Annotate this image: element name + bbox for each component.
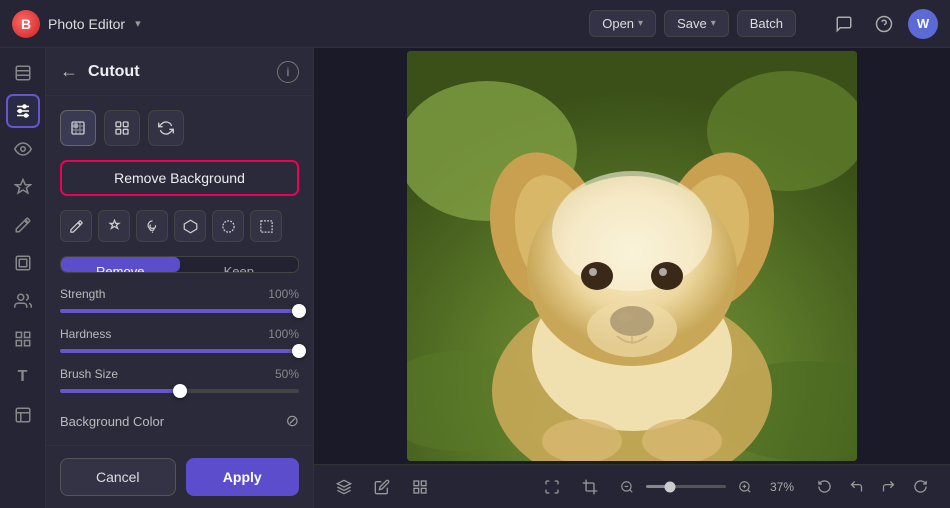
- slider-group: Strength 100% Hardness 1: [60, 287, 299, 397]
- redo-btn[interactable]: [874, 473, 902, 501]
- panel-title: Cutout: [88, 63, 267, 81]
- magic-eraser-tool[interactable]: [98, 210, 130, 242]
- apply-button[interactable]: Apply: [186, 458, 300, 496]
- app-logo: B: [12, 10, 40, 38]
- hardness-slider-track[interactable]: [60, 349, 299, 353]
- circle-select-tool[interactable]: [212, 210, 244, 242]
- lasso-tool[interactable]: [136, 210, 168, 242]
- cutout-tab-3[interactable]: [148, 110, 184, 146]
- help-button[interactable]: [868, 8, 900, 40]
- cutout-tab-1[interactable]: [60, 110, 96, 146]
- sidebar-item-layers[interactable]: [6, 56, 40, 90]
- fit-to-screen-btn[interactable]: [538, 473, 566, 501]
- app-title: Photo Editor: [48, 16, 125, 32]
- strength-label: Strength: [60, 287, 105, 301]
- cutout-tab-2[interactable]: [104, 110, 140, 146]
- sidebar-item-templates[interactable]: [6, 398, 40, 432]
- remove-keep-toggle: Remove Keep: [60, 256, 299, 273]
- redo-forward-btn[interactable]: [906, 473, 934, 501]
- sidebar-item-eye[interactable]: [6, 132, 40, 166]
- history-buttons: [810, 473, 934, 501]
- panel-footer: Cancel Apply: [46, 445, 313, 508]
- sidebar-item-effects[interactable]: [6, 170, 40, 204]
- brush-size-slider-row: Brush Size 50%: [60, 367, 299, 397]
- canvas-main[interactable]: [314, 48, 950, 464]
- panel-info-button[interactable]: i: [277, 61, 299, 83]
- user-avatar[interactable]: W: [908, 9, 938, 39]
- save-button[interactable]: Save ▾: [664, 10, 729, 37]
- layers-bottom-btn[interactable]: [330, 473, 358, 501]
- left-icon-sidebar: T: [0, 48, 46, 508]
- crop-btn[interactable]: [576, 473, 604, 501]
- brush-tool[interactable]: [60, 210, 92, 242]
- sidebar-item-assets[interactable]: [6, 322, 40, 356]
- panel-body: Remove Background: [46, 96, 313, 445]
- bg-color-icon[interactable]: ⊘: [286, 411, 299, 431]
- zoom-slider[interactable]: [646, 485, 726, 488]
- zoom-in-btn[interactable]: [732, 474, 758, 500]
- remove-toggle-btn[interactable]: Remove: [61, 257, 180, 272]
- brush-size-value: 50%: [275, 367, 299, 381]
- remove-background-button[interactable]: Remove Background: [60, 160, 299, 196]
- strength-slider-track[interactable]: [60, 309, 299, 313]
- title-chevron[interactable]: ▾: [135, 17, 141, 30]
- strength-value: 100%: [268, 287, 299, 301]
- canvas-area: 37%: [314, 48, 950, 508]
- edit-bottom-btn[interactable]: [368, 473, 396, 501]
- panel-back-button[interactable]: ←: [60, 61, 78, 82]
- cutout-tab-icons: [60, 110, 299, 146]
- puppy-image: [407, 51, 857, 461]
- cutout-panel: ← Cutout i: [46, 48, 314, 508]
- panel-header: ← Cutout i: [46, 48, 313, 96]
- topbar: B Photo Editor ▾ Open ▾ Save ▾ Batch W: [0, 0, 950, 48]
- hardness-slider-row: Hardness 100%: [60, 327, 299, 357]
- sidebar-item-text[interactable]: T: [6, 360, 40, 394]
- sidebar-item-people[interactable]: [6, 284, 40, 318]
- bottom-toolbar: 37%: [314, 464, 950, 508]
- sidebar-item-paint[interactable]: [6, 208, 40, 242]
- hardness-value: 100%: [268, 327, 299, 341]
- undo-history-btn[interactable]: [810, 473, 838, 501]
- hardness-label: Hardness: [60, 327, 111, 341]
- zoom-value: 37%: [764, 480, 800, 494]
- background-color-row: Background Color ⊘: [60, 411, 299, 431]
- brush-size-label: Brush Size: [60, 367, 118, 381]
- tool-buttons: [60, 210, 299, 242]
- zoom-controls: 37%: [614, 474, 800, 500]
- bg-color-label: Background Color: [60, 414, 164, 429]
- rect-select-tool[interactable]: [250, 210, 282, 242]
- keep-toggle-btn[interactable]: Keep: [180, 257, 299, 272]
- zoom-out-btn[interactable]: [614, 474, 640, 500]
- brush-size-slider-track[interactable]: [60, 389, 299, 393]
- batch-button[interactable]: Batch: [737, 10, 796, 37]
- cancel-button[interactable]: Cancel: [60, 458, 176, 496]
- sidebar-item-adjustments[interactable]: [6, 94, 40, 128]
- polygon-tool[interactable]: [174, 210, 206, 242]
- comment-button[interactable]: [828, 8, 860, 40]
- grid-bottom-btn[interactable]: [406, 473, 434, 501]
- sidebar-item-frames[interactable]: [6, 246, 40, 280]
- main-area: T ← Cutout i: [0, 48, 950, 508]
- canvas-image: [407, 51, 857, 461]
- strength-slider-row: Strength 100%: [60, 287, 299, 317]
- open-button[interactable]: Open ▾: [589, 10, 656, 37]
- undo-btn[interactable]: [842, 473, 870, 501]
